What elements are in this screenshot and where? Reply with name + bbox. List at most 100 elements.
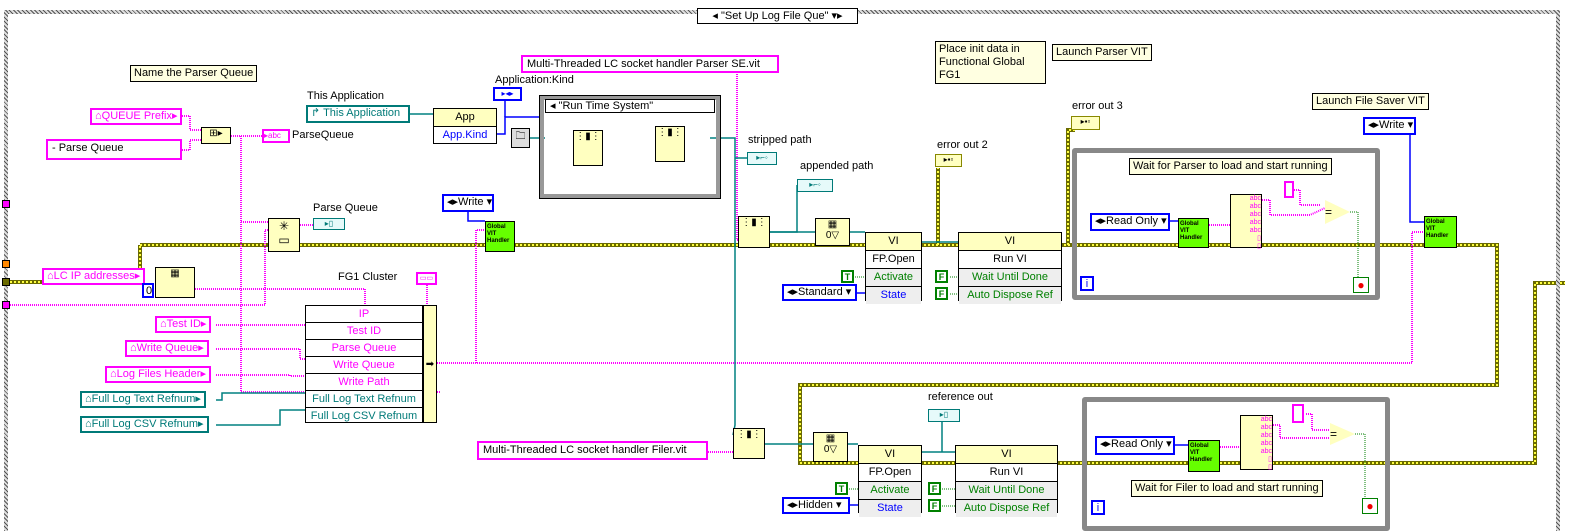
this-application-constant[interactable]: ↱ This Application: [306, 105, 410, 123]
label: Write: [1379, 119, 1405, 131]
read-only-enum[interactable]: ◂▸Read Only ▾: [1095, 436, 1175, 455]
label: Log Files Header: [116, 368, 201, 380]
appended-path-label: appended path: [800, 160, 874, 172]
parsequeue-label: ParseQueue: [292, 129, 354, 141]
label: Full Log CSV Refnum: [91, 418, 199, 430]
block-diagram: ◂ "Set Up Log File Que" ▾▸ Name the Pars…: [0, 0, 1579, 531]
param-state[interactable]: State: [859, 500, 921, 517]
unbundle-node[interactable]: abc abc abc abc abc ▯ ▯: [1230, 194, 1262, 250]
case-selector[interactable]: ◂ "Set Up Log File Que" ▾▸: [697, 8, 858, 24]
run-vi-invoke-node[interactable]: VI Run VI Wait Until Done Auto Dispose R…: [958, 232, 1062, 304]
stop-condition-icon[interactable]: ●: [1362, 498, 1378, 514]
property-app-kind[interactable]: App.Kind: [434, 127, 496, 144]
true-constant[interactable]: T: [841, 270, 854, 283]
unbundle-node[interactable]: abc abc abc abc abc ▯ ▯: [1240, 415, 1273, 471]
empty-string-constant[interactable]: [1284, 181, 1294, 198]
parse-queue-indicator[interactable]: ▸▯: [313, 218, 345, 230]
tunnel: [2, 278, 10, 286]
fp-open-invoke-node[interactable]: VI FP.Open Activate State: [865, 232, 922, 304]
this-application-label: This Application: [307, 90, 385, 102]
log-files-header-global[interactable]: ⌂Log Files Header▸: [105, 366, 211, 383]
app-property-node[interactable]: App App.Kind: [433, 108, 497, 144]
lc-ip-addresses-global[interactable]: ⌂LC IP addresses▸: [42, 268, 146, 285]
obtain-queue-node[interactable]: ✳ ▭: [268, 218, 300, 252]
false-constant[interactable]: F: [928, 482, 941, 495]
hidden-enum[interactable]: ◂▸Hidden ▾: [782, 497, 850, 514]
write-queue-global[interactable]: ⌂Write Queue▸: [125, 340, 209, 357]
true-constant[interactable]: T: [835, 482, 848, 495]
standard-enum[interactable]: ◂▸Standard ▾: [782, 284, 857, 301]
comment-name-parser-queue: Name the Parser Queue: [130, 65, 258, 82]
reference-out-indicator[interactable]: ▸▯: [928, 409, 960, 422]
parsequeue-indicator[interactable]: ▸abc: [262, 129, 290, 143]
false-constant[interactable]: F: [928, 499, 941, 512]
false-constant[interactable]: F: [935, 287, 948, 300]
build-path-node[interactable]: ⋮▮⋮: [733, 428, 765, 459]
open-vi-reference-node[interactable]: ▦ 0▽: [813, 432, 848, 462]
case-selector-run-time[interactable]: ◂ "Run Time System": [545, 99, 715, 113]
param-activate[interactable]: Activate: [859, 482, 921, 500]
fg1-cluster-constant[interactable]: ▭▭: [416, 272, 437, 285]
global-vit-handler-node[interactable]: Global VIT Handler: [485, 221, 515, 252]
error-out-3-indicator[interactable]: ▸▪▫: [1071, 116, 1100, 130]
false-constant[interactable]: F: [935, 270, 948, 283]
error-out-2-label: error out 2: [937, 139, 988, 151]
fp-open-invoke-node[interactable]: VI FP.Open Activate State: [858, 445, 922, 517]
global-vit-handler-node[interactable]: Global VIT Handler: [1188, 440, 1220, 472]
comment-wait-parser: Wait for Parser to load and start runnin…: [1129, 158, 1332, 175]
read-only-enum[interactable]: ◂▸Read Only ▾: [1090, 213, 1170, 231]
global-vit-handler-node[interactable]: Global VIT Handler: [1178, 218, 1209, 248]
index-array-node[interactable]: ▦: [155, 267, 195, 298]
case-structure-border: [4, 10, 8, 531]
comment-launch-parser: Launch Parser VIT: [1052, 44, 1152, 61]
label: Standard: [798, 286, 843, 298]
bundle-row: Write Queue: [306, 357, 422, 374]
case-structure-border: [1556, 10, 1560, 531]
full-log-text-refnum-global[interactable]: ⌂Full Log Text Refnum▸: [80, 391, 206, 408]
open-vi-reference-node[interactable]: ▦ 0▽: [815, 218, 850, 246]
bundle-row: Parse Queue: [306, 340, 422, 357]
write-enum[interactable]: ◂▸Write ▾: [442, 194, 494, 212]
label: Write Queue: [136, 342, 199, 354]
parser-vit-path-constant[interactable]: Multi-Threaded LC socket handler Parser …: [521, 55, 779, 73]
app-kind-indicator[interactable]: ▸◂▸: [493, 87, 522, 101]
label: Hidden: [798, 499, 833, 511]
global-vit-handler-node[interactable]: Global VIT Handler: [1424, 216, 1457, 248]
concatenate-strings-node[interactable]: ⊞▸: [201, 127, 231, 144]
comment-wait-filer: Wait for Filer to load and start running: [1131, 480, 1323, 497]
tunnel: [2, 200, 10, 208]
param-auto-dispose[interactable]: Auto Dispose Ref: [956, 500, 1057, 517]
empty-string-constant[interactable]: [1292, 404, 1304, 423]
appended-path-indicator[interactable]: ▸⌐◦: [797, 179, 833, 192]
param-auto-dispose[interactable]: Auto Dispose Ref: [959, 287, 1061, 304]
queue-prefix-global[interactable]: ⌂QUEUE Prefix▸: [90, 108, 183, 125]
reference-out-label: reference out: [928, 391, 993, 403]
index-constant[interactable]: 0: [142, 283, 154, 298]
stripped-path-indicator[interactable]: ▸⌐◦: [747, 152, 777, 165]
error-out-2-indicator[interactable]: ▸▪▫: [935, 154, 962, 167]
strip-path-node[interactable]: ⋮▮⋮: [655, 126, 685, 162]
build-path-node[interactable]: ⋮▮⋮: [738, 216, 770, 248]
app-kind-label: Application:Kind: [495, 74, 574, 86]
run-vi-invoke-node[interactable]: VI Run VI Wait Until Done Auto Dispose R…: [955, 445, 1058, 517]
param-wait-until-done[interactable]: Wait Until Done: [959, 269, 1061, 287]
test-id-global[interactable]: ⌂Test ID▸: [155, 316, 212, 333]
label: Test ID: [166, 318, 201, 330]
filer-vit-path-constant[interactable]: Multi-Threaded LC socket handler Filer.v…: [477, 441, 708, 460]
stop-condition-icon[interactable]: ●: [1353, 277, 1369, 293]
property-node-class: App: [434, 109, 496, 127]
stripped-path-label: stripped path: [748, 134, 812, 146]
param-wait-until-done[interactable]: Wait Until Done: [956, 482, 1057, 500]
label: QUEUE Prefix: [101, 110, 172, 122]
bundle-row: Full Log CSV Refnum: [310, 410, 418, 422]
invoke-method: FP.Open: [859, 464, 921, 482]
label: "Run Time System": [558, 100, 654, 112]
strip-path-node[interactable]: ⋮▮⋮: [573, 130, 603, 166]
param-state[interactable]: State: [866, 287, 921, 304]
full-log-csv-refnum-global[interactable]: ⌂Full Log CSV Refnum▸: [80, 416, 209, 433]
write-enum[interactable]: ◂▸Write ▾: [1363, 117, 1416, 135]
parse-queue-string-constant[interactable]: - Parse Queue: [46, 139, 182, 160]
param-activate[interactable]: Activate: [866, 269, 921, 287]
iteration-terminal: i: [1091, 500, 1105, 515]
bundle-by-name-node[interactable]: IP Test ID Parse Queue Write Queue Write…: [305, 305, 423, 423]
